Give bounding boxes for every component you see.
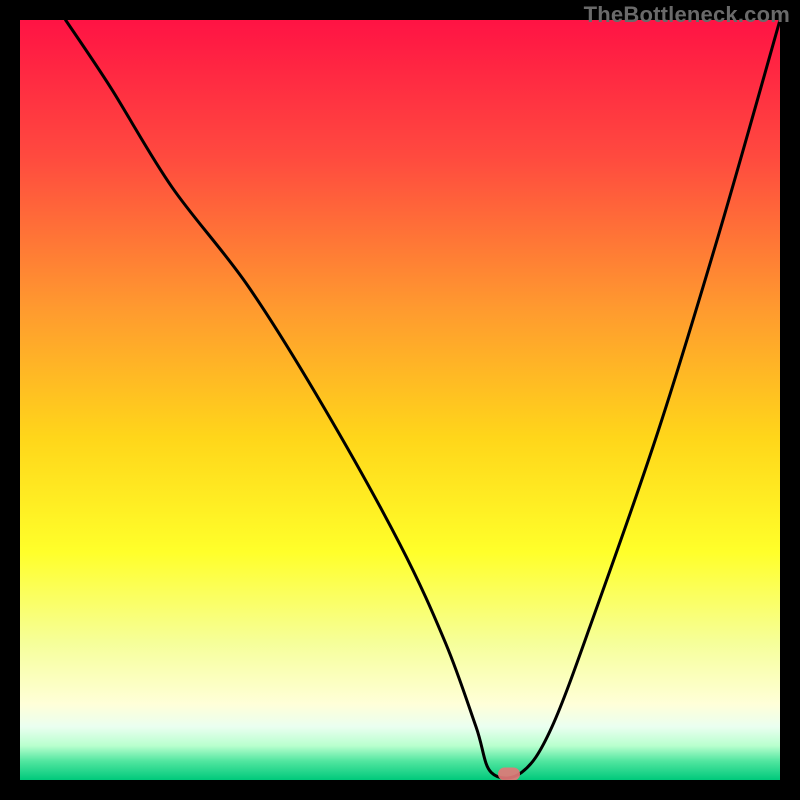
bottleneck-curve bbox=[20, 20, 780, 780]
chart-frame: TheBottleneck.com bbox=[0, 0, 800, 800]
plot-area bbox=[20, 20, 780, 780]
optimal-marker bbox=[498, 767, 520, 780]
watermark-label: TheBottleneck.com bbox=[584, 2, 790, 28]
